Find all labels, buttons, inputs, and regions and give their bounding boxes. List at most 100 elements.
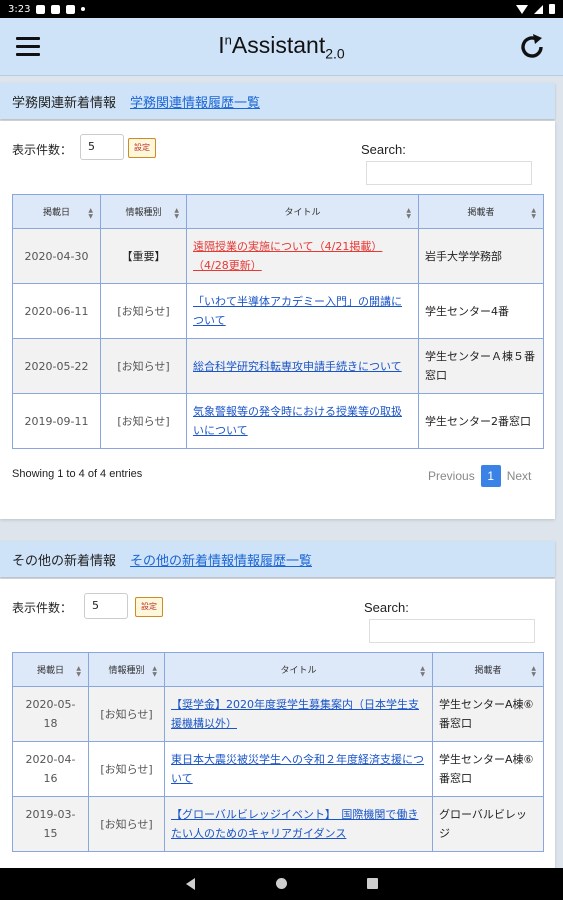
row-title: 【奨学金】2020年度奨学生募集案内（日本学生支援機構以外） (164, 686, 433, 742)
gmail-icon (66, 4, 76, 14)
row-poster: 学生センター2番窓口 (418, 393, 544, 449)
row-title: 東日本大震災被災学生への令和２年度経済支援について (164, 741, 433, 797)
sort-icon: ▲ ▼ (152, 665, 157, 678)
refresh-icon[interactable] (517, 32, 547, 62)
row-poster: グローバルビレッジ (432, 796, 544, 852)
status-time: 3:23 (8, 3, 31, 15)
app-title: InAssistant2.0 (218, 32, 345, 62)
row-date: 2019-09-11 (12, 393, 101, 449)
other-section-title: その他の新着情報 (12, 553, 117, 569)
app-header: InAssistant2.0 (0, 18, 563, 76)
row-title: 遠隔授業の実施について（4/21掲載）（4/28更新） (186, 228, 419, 284)
other-history-link[interactable]: その他の新着情報情報履歴一覧 (130, 550, 312, 569)
col-title-header[interactable]: タイトル ▲ ▼ (186, 194, 419, 229)
row-poster: 学生センターＡ棟５番窓口 (418, 338, 544, 394)
signal-icon (534, 4, 543, 14)
sort-icon: ▲ ▼ (88, 207, 93, 220)
table-info: Showing 1 to 4 of 4 entries (12, 468, 143, 480)
sort-icon: ▲ ▼ (531, 665, 536, 678)
row-title: 「いわて半導体アカデミー入門」の開講について (186, 283, 419, 339)
length-input[interactable]: 5 (84, 593, 128, 619)
row-date: 2020-05-18 (12, 686, 89, 742)
table-row: 2020-06-11 [お知らせ] 「いわて半導体アカデミー入門」の開講について… (12, 283, 544, 339)
col-date-header[interactable]: 掲載日 ▲ ▼ (12, 194, 101, 229)
search-label: Search: (364, 600, 409, 615)
row-type: [お知らせ] (100, 338, 187, 394)
previous-button[interactable]: Previous (428, 469, 475, 483)
col-type-header[interactable]: 情報種別 ▲ ▼ (100, 194, 187, 229)
row-date: 2020-05-22 (12, 338, 101, 394)
sort-icon: ▲ ▼ (531, 207, 536, 220)
sort-icon: ▲ ▼ (174, 207, 179, 220)
col-type-header[interactable]: 情報種別 ▲ ▼ (88, 652, 165, 687)
next-button[interactable]: Next (507, 469, 532, 483)
recents-icon[interactable] (367, 878, 378, 889)
table-header-row: 掲載日 ▲ ▼ 情報種別 ▲ ▼ タイトル ▲ ▼ 掲載者 ▲ ▼ (12, 194, 544, 229)
sort-icon: ▲ ▼ (406, 207, 411, 220)
col-date-header[interactable]: 掲載日 ▲ ▼ (12, 652, 89, 687)
col-title-header[interactable]: タイトル ▲ ▼ (164, 652, 433, 687)
system-nav-bar (0, 868, 563, 900)
other-table: 掲載日 ▲ ▼ 情報種別 ▲ ▼ タイトル ▲ ▼ 掲載者 ▲ ▼ 2020-05-18 [お知… (12, 652, 544, 852)
row-date: 2020-06-11 (12, 283, 101, 339)
row-title-link[interactable]: 【グローバルビレッジイベント】 国際機関で働きたい人のためのキャリアガイダンス (171, 808, 418, 840)
row-date: 2020-04-16 (12, 741, 89, 797)
row-poster: 学生センター4番 (418, 283, 544, 339)
row-title-link[interactable]: 【奨学金】2020年度奨学生募集案内（日本学生支援機構以外） (171, 698, 419, 730)
table-row: 2020-04-16 [お知らせ] 東日本大震災被災学生への令和２年度経済支援に… (12, 741, 544, 797)
other-card: 表示件数： 5 設定 Search: 掲載日 ▲ ▼ 情報種別 ▲ ▼ タイトル ▲ ▼ 掲… (0, 579, 555, 868)
other-section-header: その他の新着情報 その他の新着情報情報履歴一覧 (0, 541, 555, 577)
notification-icon (36, 4, 46, 14)
row-title-link[interactable]: 「いわて半導体アカデミー入門」の開講について (193, 295, 402, 327)
row-type: [お知らせ] (88, 686, 165, 742)
row-type: 【重要】 (100, 228, 187, 284)
length-input[interactable]: 5 (80, 134, 124, 160)
row-poster: 学生センターA棟⑥番窓口 (432, 686, 544, 742)
status-bar: 3:23 (0, 0, 563, 18)
back-icon[interactable] (186, 878, 195, 890)
col-poster-header[interactable]: 掲載者 ▲ ▼ (418, 194, 544, 229)
search-label: Search: (361, 142, 406, 157)
search-input[interactable] (369, 619, 535, 643)
academic-history-link[interactable]: 学務関連情報履歴一覧 (130, 92, 260, 111)
academic-section-header: 学務関連新着情報 学務関連情報履歴一覧 (0, 83, 555, 119)
row-type: [お知らせ] (100, 283, 187, 339)
row-poster: 学生センターA棟⑥番窓口 (432, 741, 544, 797)
table-row: 2019-09-11 [お知らせ] 気象警報等の発令時における授業等の取扱いにつ… (12, 393, 544, 449)
row-type: [お知らせ] (88, 741, 165, 797)
length-label: 表示件数： (12, 601, 73, 615)
row-date: 2020-04-30 (12, 228, 101, 284)
row-title-link[interactable]: 東日本大震災被災学生への令和２年度経済支援について (171, 753, 424, 785)
row-type: [お知らせ] (88, 796, 165, 852)
row-poster: 岩手大学学務部 (418, 228, 544, 284)
length-label: 表示件数： (12, 143, 73, 157)
table-row: 2020-05-22 [お知らせ] 総合科学研究科転専攻申請手続きについて 学生… (12, 338, 544, 394)
table-row: 2020-05-18 [お知らせ] 【奨学金】2020年度奨学生募集案内（日本学… (12, 686, 544, 742)
app-notification-icon (51, 4, 61, 14)
row-date: 2019-03-15 (12, 796, 89, 852)
academic-card: 表示件数： 5 設定 Search: 掲載日 ▲ ▼ 情報種別 ▲ ▼ タイトル ▲ ▼ 掲… (0, 121, 555, 519)
table-header-row: 掲載日 ▲ ▼ 情報種別 ▲ ▼ タイトル ▲ ▼ 掲載者 ▲ ▼ (12, 652, 544, 687)
sort-icon: ▲ ▼ (76, 665, 81, 678)
row-title: 総合科学研究科転専攻申請手続きについて (186, 338, 419, 394)
row-title: 気象警報等の発令時における授業等の取扱いについて (186, 393, 419, 449)
sort-icon: ▲ ▼ (420, 665, 425, 678)
set-button[interactable]: 設定 (128, 138, 156, 158)
page-1-button[interactable]: 1 (480, 465, 501, 487)
table-row: 2019-03-15 [お知らせ] 【グローバルビレッジイベント】 国際機関で働… (12, 796, 544, 852)
wifi-icon (516, 4, 528, 14)
row-title-link[interactable]: 遠隔授業の実施について（4/21掲載）（4/28更新） (193, 240, 382, 272)
search-input[interactable] (366, 161, 532, 185)
pagination: Previous 1 Next (428, 465, 531, 487)
battery-icon (549, 4, 555, 14)
home-icon[interactable] (276, 878, 287, 889)
academic-table: 掲載日 ▲ ▼ 情報種別 ▲ ▼ タイトル ▲ ▼ 掲載者 ▲ ▼ 2020-04-30 【重要… (12, 194, 544, 449)
set-button[interactable]: 設定 (135, 597, 163, 617)
dot-icon (81, 7, 86, 11)
col-poster-header[interactable]: 掲載者 ▲ ▼ (432, 652, 544, 687)
row-title: 【グローバルビレッジイベント】 国際機関で働きたい人のためのキャリアガイダンス (164, 796, 433, 852)
row-type: [お知らせ] (100, 393, 187, 449)
row-title-link[interactable]: 総合科学研究科転専攻申請手続きについて (193, 360, 402, 373)
row-title-link[interactable]: 気象警報等の発令時における授業等の取扱いについて (193, 405, 402, 437)
academic-section-title: 学務関連新着情報 (12, 95, 117, 111)
